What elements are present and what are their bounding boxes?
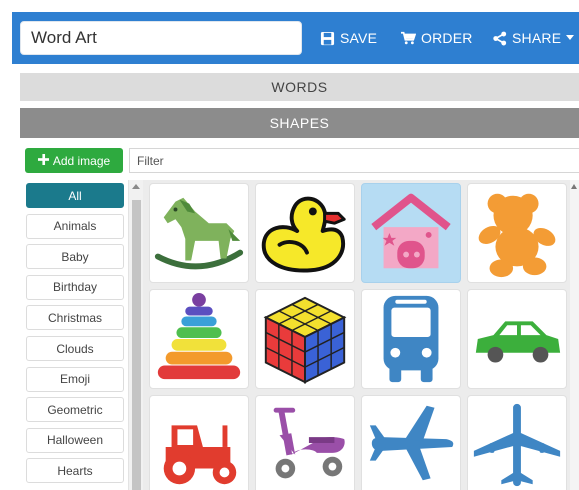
save-label: SAVE xyxy=(340,30,378,46)
add-image-button[interactable]: Add image xyxy=(25,148,123,173)
tractor-icon xyxy=(163,425,237,485)
rubiks-cube-icon xyxy=(263,296,347,384)
gallery-scrollbar[interactable] xyxy=(570,180,579,490)
shape-tile-teddy-bear[interactable] xyxy=(467,183,567,283)
shape-tile-airplane[interactable] xyxy=(361,395,461,490)
words-panel-header[interactable]: WORDS xyxy=(20,73,579,101)
shape-tile-stacking-rings[interactable] xyxy=(149,289,249,389)
house-icon xyxy=(371,193,451,269)
category-list: All Animals Baby Birthday Christmas Clouds Emo… xyxy=(20,180,128,490)
save-button[interactable]: SAVE xyxy=(320,21,377,55)
share-button[interactable]: SHARE xyxy=(492,21,575,55)
shape-tile-airplane-top[interactable] xyxy=(467,395,567,490)
category-item-halloween[interactable]: Halloween xyxy=(26,427,124,453)
category-item-all[interactable]: All xyxy=(26,183,124,208)
rubber-duck-icon xyxy=(261,196,346,273)
shape-tile-rubiks-cube[interactable] xyxy=(255,289,355,389)
shapes-panel-header[interactable]: SHAPES xyxy=(20,108,579,138)
shape-tile-bus[interactable] xyxy=(361,289,461,389)
shape-tile-rubber-duck[interactable] xyxy=(255,183,355,283)
category-item-emoji[interactable]: Emoji xyxy=(26,366,124,392)
filter-input[interactable] xyxy=(129,148,579,173)
cart-icon xyxy=(400,31,416,45)
bus-icon xyxy=(383,295,439,383)
rocking-horse-icon xyxy=(154,197,244,270)
add-image-label: Add image xyxy=(52,153,111,168)
title-input[interactable] xyxy=(20,21,302,55)
category-scrollbar[interactable] xyxy=(128,180,143,490)
shape-tile-car[interactable] xyxy=(467,289,567,389)
airplane-icon xyxy=(369,405,454,481)
shape-tile-tractor[interactable] xyxy=(149,395,249,490)
caret-down-icon xyxy=(566,35,575,41)
plus-icon xyxy=(37,153,49,168)
top-toolbar: SAVE ORDER SHARE xyxy=(12,12,579,64)
scrollbar-thumb[interactable] xyxy=(132,200,141,490)
scroll-up-arrow-icon[interactable] xyxy=(132,184,140,189)
share-icon xyxy=(492,31,507,46)
share-label: SHARE xyxy=(512,30,562,46)
word-art-app: SAVE ORDER SHARE WORDS SHAPES Add image … xyxy=(0,0,579,490)
category-item-clouds[interactable]: Clouds xyxy=(26,336,124,361)
shape-tile-house[interactable] xyxy=(361,183,461,283)
scroll-up-arrow-icon[interactable] xyxy=(571,184,577,189)
shape-tile-scooter[interactable] xyxy=(255,395,355,490)
category-item-baby[interactable]: Baby xyxy=(26,244,124,270)
category-item-hearts[interactable]: Hearts xyxy=(26,458,124,484)
category-item-birthday[interactable]: Birthday xyxy=(26,274,124,300)
stacking-rings-icon xyxy=(157,292,241,380)
scooter-icon xyxy=(273,407,345,479)
save-icon xyxy=(320,31,335,46)
shape-gallery xyxy=(143,180,579,490)
order-label: ORDER xyxy=(421,30,473,46)
category-item-animals[interactable]: Animals xyxy=(26,213,124,239)
order-button[interactable]: ORDER xyxy=(400,21,473,55)
shape-tile-rocking-horse[interactable] xyxy=(149,183,249,283)
category-item-christmas[interactable]: Christmas xyxy=(26,305,124,331)
airplane-top-icon xyxy=(473,403,561,487)
car-icon xyxy=(475,321,561,363)
teddy-bear-icon xyxy=(478,193,556,278)
category-item-geometric[interactable]: Geometric xyxy=(26,397,124,423)
